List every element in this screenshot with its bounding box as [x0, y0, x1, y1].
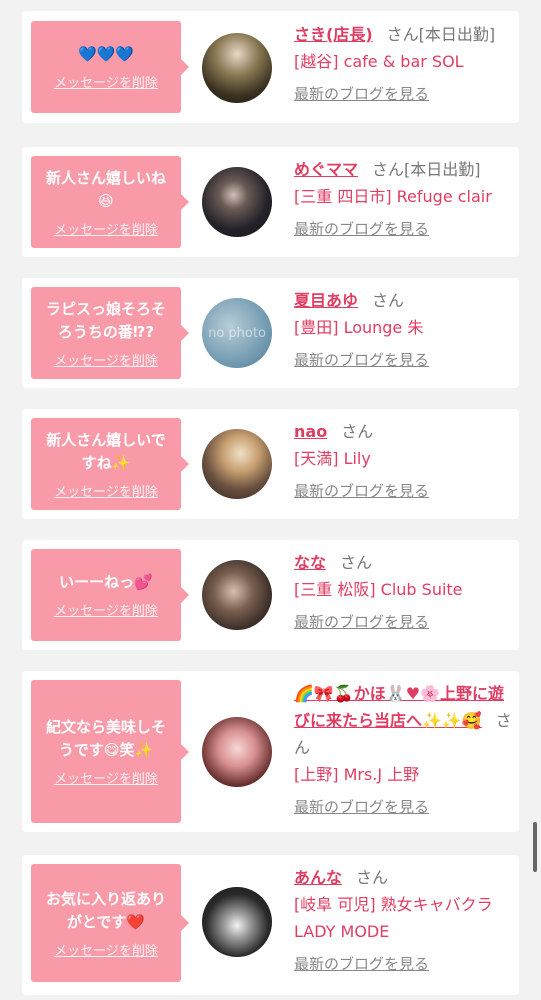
- avatar[interactable]: [202, 717, 272, 787]
- favorite-card: いーーねっ💕 メッセージを削除 なな さん [三重 松阪] Club Suite …: [22, 540, 519, 650]
- latest-blog-link[interactable]: 最新のブログを見る: [294, 349, 519, 371]
- shop-name: [上野] Mrs.J 上野: [294, 765, 420, 784]
- avatar[interactable]: [202, 887, 272, 957]
- message-text: いーーねっ💕: [59, 573, 153, 591]
- shop-name: [天満] Lily: [294, 449, 371, 468]
- avatar[interactable]: [202, 33, 272, 103]
- shop-name: [豊田] Lounge 朱: [294, 318, 424, 337]
- shop-name: [岐阜 可児] 熟女キャバクラ LADY MODE: [294, 895, 493, 941]
- honorific: さん: [356, 868, 389, 887]
- message-text: ラピスっ娘そろそろうちの番⁉︎?: [45, 299, 166, 341]
- avatar[interactable]: [202, 560, 272, 630]
- favorite-card: 新人さん嬉しいね😆 メッセージを削除 めぐママ さん[本日出勤] [三重 四日市]…: [22, 147, 519, 257]
- latest-blog-link[interactable]: 最新のブログを見る: [294, 83, 519, 105]
- cast-name-link[interactable]: なな: [294, 553, 326, 572]
- status-badge: [本日出勤]: [418, 25, 496, 44]
- delete-message-link[interactable]: メッセージを削除: [54, 940, 158, 959]
- message-text: 💙💙💙: [77, 45, 135, 63]
- shop-name: [越谷] cafe & bar SOL: [294, 52, 464, 71]
- delete-message-link[interactable]: メッセージを削除: [54, 72, 158, 91]
- latest-blog-link[interactable]: 最新のブログを見る: [294, 796, 519, 818]
- latest-blog-link[interactable]: 最新のブログを見る: [294, 611, 519, 633]
- cast-name-link[interactable]: あんな: [294, 868, 342, 887]
- cast-name-link[interactable]: 夏目あゆ: [294, 291, 358, 310]
- message-bubble: 紀文なら美味しそうです😋笑✨ メッセージを削除: [31, 680, 189, 823]
- cast-name-link[interactable]: nao: [294, 422, 327, 441]
- avatar[interactable]: [202, 167, 272, 237]
- delete-message-link[interactable]: メッセージを削除: [54, 481, 158, 500]
- status-badge: [本日出勤]: [404, 160, 481, 179]
- message-text: お気に入り返ありがとです❤️: [45, 889, 166, 931]
- no-photo-label: no photo: [208, 325, 266, 341]
- honorific: さん: [372, 160, 405, 179]
- shop-name: [三重 四日市] Refuge clair: [294, 187, 492, 206]
- favorite-card: 💙💙💙 メッセージを削除 さき(店長) さん[本日出勤] [越谷] cafe & …: [22, 11, 519, 123]
- cast-name-link[interactable]: 🌈🎀🍒かほ🐰♥🌸上野に遊びに来たら当店へ✨✨🥰: [294, 684, 504, 730]
- message-bubble: 新人さん嬉しいね😆 メッセージを削除: [31, 156, 189, 248]
- delete-message-link[interactable]: メッセージを削除: [54, 768, 158, 787]
- latest-blog-link[interactable]: 最新のブログを見る: [294, 218, 519, 240]
- honorific: さん: [372, 291, 405, 310]
- latest-blog-link[interactable]: 最新のブログを見る: [294, 953, 519, 975]
- avatar[interactable]: no photo: [202, 298, 272, 368]
- favorite-card: 紀文なら美味しそうです😋笑✨ メッセージを削除 🌈🎀🍒かほ🐰♥🌸上野に遊びに来た…: [22, 671, 519, 832]
- shop-name: [三重 松阪] Club Suite: [294, 580, 463, 599]
- scrollbar[interactable]: [533, 822, 537, 872]
- message-bubble: お気に入り返ありがとです❤️ メッセージを削除: [31, 864, 189, 982]
- avatar[interactable]: [202, 429, 272, 499]
- delete-message-link[interactable]: メッセージを削除: [54, 219, 158, 238]
- honorific: さん: [386, 25, 419, 44]
- cast-name-link[interactable]: めぐママ: [294, 160, 358, 179]
- favorite-card: ラピスっ娘そろそろうちの番⁉︎? メッセージを削除 no photo 夏目あゆさ…: [22, 278, 519, 388]
- message-text: 新人さん嬉しいですね✨: [46, 430, 166, 472]
- message-text: 新人さん嬉しいね😆: [46, 168, 167, 210]
- message-bubble: いーーねっ💕 メッセージを削除: [31, 549, 189, 641]
- cast-name-link[interactable]: さき(店長): [294, 25, 373, 44]
- favorite-card: 新人さん嬉しいですね✨ メッセージを削除 nao さん [天満] Lily 最新の…: [22, 409, 519, 519]
- honorific: さん: [340, 553, 373, 572]
- favorite-card: お気に入り返ありがとです❤️ メッセージを削除 あんな さん [岐阜 可児] 熟女…: [22, 855, 519, 995]
- message-bubble: 新人さん嬉しいですね✨ メッセージを削除: [31, 418, 189, 510]
- honorific: さん: [341, 422, 374, 441]
- message-bubble: ラピスっ娘そろそろうちの番⁉︎? メッセージを削除: [31, 287, 189, 379]
- delete-message-link[interactable]: メッセージを削除: [54, 600, 158, 619]
- message-bubble: 💙💙💙 メッセージを削除: [31, 21, 189, 113]
- latest-blog-link[interactable]: 最新のブログを見る: [294, 480, 519, 502]
- delete-message-link[interactable]: メッセージを削除: [54, 350, 158, 369]
- message-text: 紀文なら美味しそうです😋笑✨: [45, 718, 166, 759]
